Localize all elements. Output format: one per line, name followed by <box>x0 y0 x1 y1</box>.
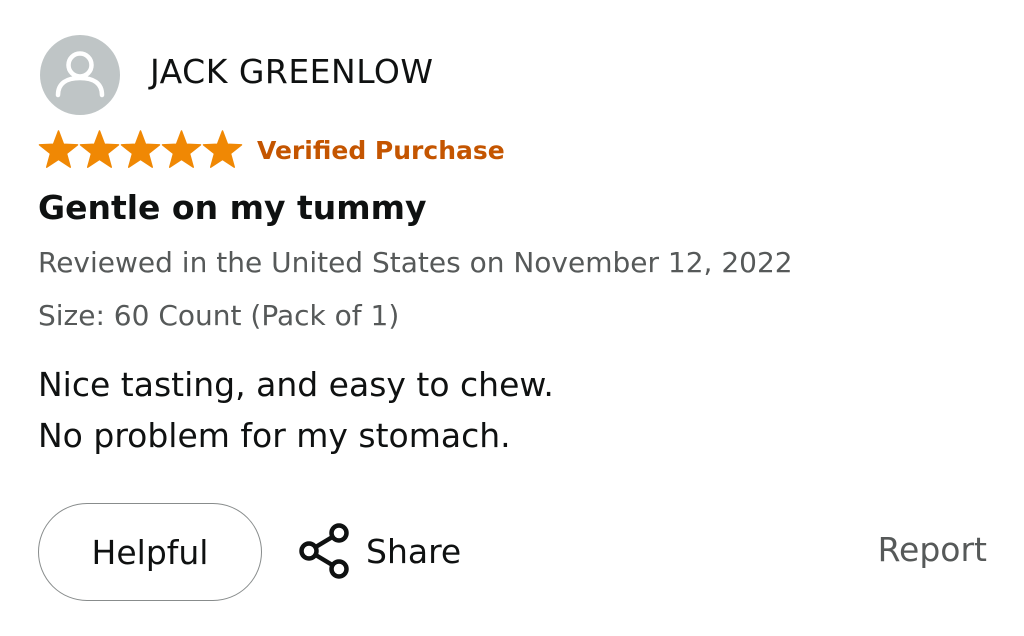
share-icon <box>299 523 349 579</box>
helpful-button[interactable]: Helpful <box>38 503 262 601</box>
share-button[interactable]: Share <box>296 520 461 582</box>
review-title: Gentle on my tummy <box>38 188 427 227</box>
share-button-label: Share <box>366 531 462 571</box>
star-icon <box>38 130 79 168</box>
star-rating[interactable] <box>38 130 243 170</box>
customer-review: JACK GREENLOW Verified Purchase Gentle o… <box>0 0 1024 636</box>
review-date: Reviewed in the United States on Novembe… <box>38 246 793 279</box>
star-icon <box>161 130 202 168</box>
star-icon <box>79 130 120 168</box>
review-body: Nice tasting, and easy to chew. No probl… <box>38 359 554 461</box>
reviewer-name[interactable]: JACK GREENLOW <box>150 52 434 91</box>
verified-purchase-badge: Verified Purchase <box>257 135 505 165</box>
review-variant: Size: 60 Count (Pack of 1) <box>38 299 400 332</box>
helpful-button-label: Helpful <box>91 532 209 572</box>
rating-row: Verified Purchase <box>38 127 505 173</box>
review-body-line: No problem for my stomach. <box>38 416 511 455</box>
default-user-avatar-icon <box>40 35 120 115</box>
star-icon <box>120 130 161 168</box>
star-icon <box>202 130 243 168</box>
review-body-line: Nice tasting, and easy to chew. <box>38 365 554 404</box>
report-link[interactable]: Report <box>878 530 987 569</box>
